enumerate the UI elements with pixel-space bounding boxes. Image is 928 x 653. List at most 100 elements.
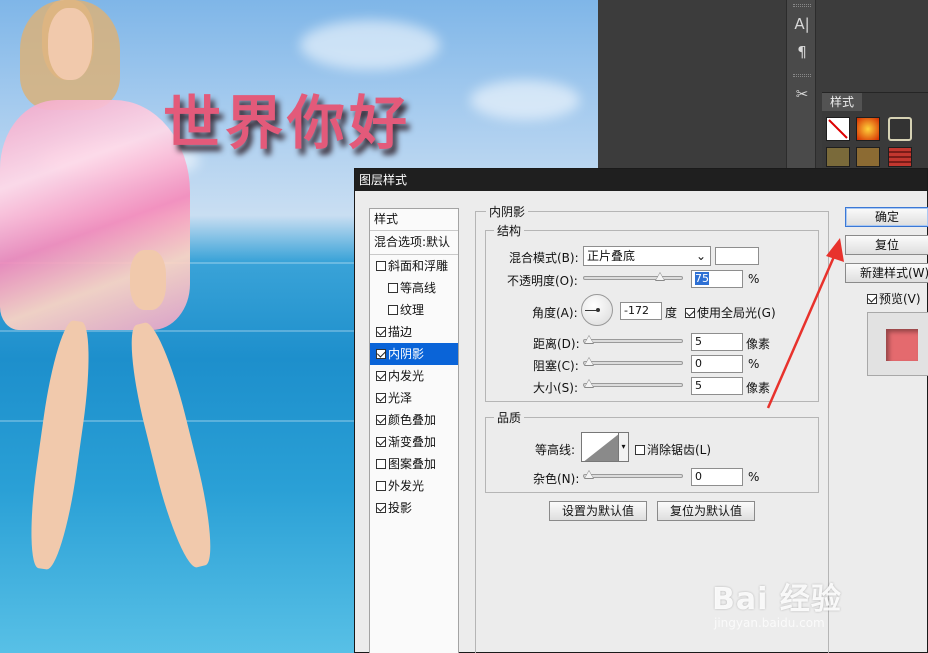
checkbox[interactable] (376, 349, 386, 359)
checkbox[interactable] (867, 294, 877, 304)
style-item[interactable]: 内发光 (370, 365, 458, 387)
noise-input[interactable]: 0 (691, 468, 743, 486)
styles-panel: 样式 (822, 92, 928, 170)
style-item-label: 颜色叠加 (388, 413, 437, 427)
blend-mode-value: 正片叠底 (587, 249, 636, 263)
percent-unit: % (748, 357, 760, 371)
noise-slider[interactable] (583, 470, 683, 479)
contour-picker[interactable] (581, 432, 619, 462)
style-item[interactable]: 光泽 (370, 387, 458, 409)
anti-alias-checkbox[interactable]: 消除锯齿(L) (635, 441, 711, 458)
checkbox[interactable] (376, 503, 386, 513)
preview-label: 预览(V) (879, 292, 921, 306)
style-swatch-frame[interactable] (888, 117, 912, 141)
paragraph-icon[interactable]: ¶ (792, 42, 812, 62)
noise-label: 杂色(N): (533, 472, 580, 486)
checkbox[interactable] (685, 308, 695, 318)
structure-title: 结构 (494, 222, 525, 239)
slider-thumb[interactable] (584, 357, 594, 366)
preview-square (886, 329, 918, 361)
style-item-label: 外发光 (388, 479, 425, 493)
style-item[interactable]: 投影 (370, 497, 458, 519)
style-swatch-fire[interactable] (856, 117, 880, 141)
style-item[interactable]: 斜面和浮雕 (370, 255, 458, 277)
character-icon[interactable]: A| (792, 14, 812, 34)
size-input[interactable]: 5 (691, 377, 743, 395)
checkbox[interactable] (376, 261, 386, 271)
style-item-label: 纹理 (400, 303, 425, 317)
style-item[interactable]: 纹理 (370, 299, 458, 321)
angle-dial[interactable] (581, 294, 613, 326)
checkbox[interactable] (376, 437, 386, 447)
slider-thumb[interactable] (655, 272, 665, 281)
style-item[interactable]: 外发光 (370, 475, 458, 497)
opacity-slider[interactable] (583, 272, 683, 281)
chevron-down-icon[interactable]: ▾ (619, 432, 629, 462)
checkbox[interactable] (376, 371, 386, 381)
style-item[interactable]: 描边 (370, 321, 458, 343)
distance-slider[interactable] (583, 335, 683, 344)
style-item-label: 内阴影 (388, 347, 425, 361)
checkbox[interactable] (376, 459, 386, 469)
global-light-label: 使用全局光(G) (697, 306, 776, 320)
tools-icon[interactable]: ✂ (792, 84, 812, 104)
contour-label: 等高线: (535, 443, 576, 457)
style-item[interactable]: 等高线 (370, 277, 458, 299)
style-items: 斜面和浮雕等高线纹理描边内阴影内发光光泽颜色叠加渐变叠加图案叠加外发光投影 (370, 255, 458, 519)
reset-button[interactable]: 复位 (845, 235, 928, 255)
style-swatch-none[interactable] (826, 117, 850, 141)
opacity-value: 75 (695, 272, 709, 285)
watermark-url: jingyan.baidu.com (714, 616, 825, 630)
checkbox[interactable] (388, 305, 398, 315)
style-item[interactable]: 内阴影 (370, 343, 458, 365)
style-item[interactable]: 颜色叠加 (370, 409, 458, 431)
shadow-color-swatch[interactable] (715, 247, 759, 265)
slider-thumb[interactable] (584, 379, 594, 388)
style-item-label: 光泽 (388, 391, 413, 405)
quality-title: 品质 (494, 409, 525, 426)
style-item-label: 图案叠加 (388, 457, 437, 471)
checkbox[interactable] (635, 445, 645, 455)
distance-input[interactable]: 5 (691, 333, 743, 351)
style-item[interactable]: 图案叠加 (370, 453, 458, 475)
anti-alias-label: 消除锯齿(L) (647, 443, 712, 457)
preview-thumbnail (867, 312, 928, 376)
distance-label: 距离(D): (533, 337, 580, 351)
checkbox[interactable] (376, 415, 386, 425)
checkbox[interactable] (388, 283, 398, 293)
blend-mode-select[interactable]: 正片叠底 ⌄ (583, 246, 711, 266)
model-left-leg (22, 318, 98, 572)
style-item[interactable]: 渐变叠加 (370, 431, 458, 453)
style-item-label: 等高线 (400, 281, 437, 295)
size-slider[interactable] (583, 379, 683, 388)
cloud (300, 20, 440, 70)
reset-default-button[interactable]: 复位为默认值 (657, 501, 755, 521)
slider-thumb[interactable] (584, 335, 594, 344)
slider-thumb[interactable] (584, 470, 594, 479)
style-swatch-bronze[interactable] (856, 147, 880, 167)
angle-input[interactable]: -172 (620, 302, 662, 320)
grip-handle[interactable] (793, 4, 811, 7)
blend-options-item[interactable]: 混合选项:默认 (370, 231, 458, 255)
make-default-button[interactable]: 设置为默认值 (549, 501, 647, 521)
percent-unit: % (748, 470, 760, 484)
style-list-header[interactable]: 样式 (370, 209, 458, 231)
choke-input[interactable]: 0 (691, 355, 743, 373)
model-hand (130, 250, 166, 310)
preview-checkbox[interactable]: 预览(V) (867, 290, 921, 307)
new-style-button[interactable]: 新建样式(W)... (845, 263, 928, 283)
layer-style-dialog: 图层样式 样式 混合选项:默认 斜面和浮雕 等高线 纹理 描边 内阴影 内发光 光泽 颜色叠加… (354, 168, 928, 653)
choke-value: 0 (695, 357, 702, 370)
style-swatch-stripes[interactable] (888, 147, 912, 167)
style-swatch-gold[interactable] (826, 147, 850, 167)
ok-button[interactable]: 确定 (845, 207, 928, 227)
global-light-checkbox[interactable]: 使用全局光(G) (685, 304, 776, 321)
style-item-label: 投影 (388, 501, 413, 515)
choke-slider[interactable] (583, 357, 683, 366)
checkbox[interactable] (376, 327, 386, 337)
checkbox[interactable] (376, 481, 386, 491)
opacity-input[interactable]: 75 (691, 270, 743, 288)
checkbox[interactable] (376, 393, 386, 403)
tab-styles[interactable]: 样式 (822, 93, 862, 111)
grip-handle[interactable] (793, 74, 811, 77)
